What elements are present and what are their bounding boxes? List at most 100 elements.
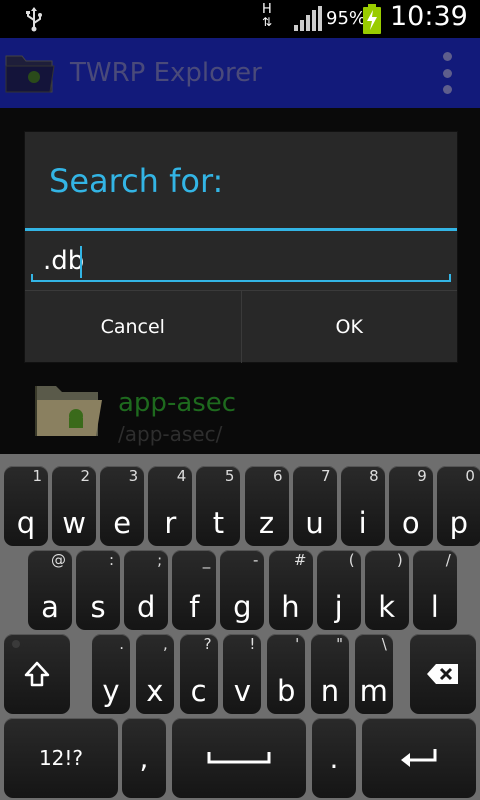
shift-key[interactable] <box>4 634 70 714</box>
key-secondary-label: 2 <box>80 467 91 485</box>
key-e[interactable]: 3e <box>100 466 145 546</box>
key-secondary-label: ' <box>295 635 300 653</box>
key-l[interactable]: / l <box>412 550 457 630</box>
key-label: o <box>401 506 420 540</box>
key-label: t <box>212 506 225 540</box>
key-i[interactable]: 8i <box>340 466 385 546</box>
key-n[interactable]: " n <box>311 634 349 714</box>
backspace-icon <box>427 664 458 684</box>
key-secondary-label: 6 <box>272 467 283 485</box>
key-secondary-label: " <box>336 635 343 653</box>
key-j[interactable]: (j <box>316 550 361 630</box>
overflow-menu-icon[interactable] <box>436 52 458 94</box>
key-label: f <box>189 590 200 624</box>
key-r[interactable]: 4r <box>148 466 193 546</box>
usb-icon <box>26 7 42 32</box>
comma-key[interactable]: , <box>122 718 166 798</box>
symbols-key[interactable]: 12!? <box>4 718 118 798</box>
key-s[interactable]: :s <box>76 550 121 630</box>
key-label: k <box>378 590 396 624</box>
key-secondary-label: ! <box>249 635 256 653</box>
key-b[interactable]: ' b <box>267 634 306 714</box>
key-label: p <box>449 506 469 540</box>
data-arrows-icon: ⇅ <box>262 15 273 29</box>
key-label: b <box>276 674 296 708</box>
key-label: q <box>16 506 36 540</box>
space-icon <box>207 752 271 764</box>
key-t[interactable]: 5t <box>196 466 241 546</box>
key-label: w <box>62 506 86 540</box>
key-label: l <box>430 590 439 624</box>
item-path: /app-asec/ <box>118 422 223 446</box>
key-w[interactable]: 2w <box>52 466 97 546</box>
list-item[interactable]: app-asec /app-asec/ <box>30 378 450 454</box>
period-key-label: . <box>329 741 339 775</box>
key-u[interactable]: 7u <box>292 466 337 546</box>
network-indicator: H ⇅ <box>262 3 273 29</box>
key-secondary-label: 5 <box>224 467 235 485</box>
key-a[interactable]: @ a <box>28 550 72 630</box>
key-k[interactable]: ) k <box>364 550 409 630</box>
key-secondary-label: @ <box>51 551 66 569</box>
backspace-key[interactable] <box>410 634 476 714</box>
key-label: z <box>258 506 275 540</box>
key-h[interactable]: # h <box>268 550 313 630</box>
folder-icon <box>35 386 102 436</box>
key-c[interactable]: ? c <box>179 634 218 714</box>
key-secondary-label: / <box>445 551 451 569</box>
key-label: v <box>233 674 251 708</box>
key-secondary-label: 1 <box>32 467 42 485</box>
key-label: m <box>359 674 388 708</box>
key-label: c <box>190 674 207 708</box>
enter-key[interactable] <box>362 718 476 798</box>
key-y[interactable]: .y <box>92 634 130 714</box>
item-name: app-asec <box>118 388 237 418</box>
status-bar: H ⇅ 95% 10:39 <box>0 0 480 38</box>
key-secondary-label: ) <box>396 551 403 569</box>
key-p[interactable]: 0p <box>436 466 480 546</box>
space-key[interactable] <box>172 718 306 798</box>
key-m[interactable]: \ m <box>354 634 393 714</box>
key-secondary-label: 8 <box>369 467 379 485</box>
key-q[interactable]: 1q <box>4 466 48 546</box>
key-secondary-label: ; <box>157 551 163 569</box>
key-z[interactable]: 6z <box>244 466 289 546</box>
key-secondary-label: \ <box>381 635 387 653</box>
app-title: TWRP Explorer <box>70 58 262 88</box>
key-secondary-label: - <box>252 551 259 569</box>
action-bar: TWRP Explorer <box>0 38 480 108</box>
key-label: s <box>90 590 106 624</box>
key-label: x <box>146 674 164 708</box>
key-secondary-label: 4 <box>176 467 187 485</box>
search-input[interactable]: .db <box>29 234 453 286</box>
ok-button[interactable]: OK <box>240 291 458 363</box>
key-o[interactable]: 9o <box>388 466 433 546</box>
dialog-divider <box>25 228 457 231</box>
cancel-button[interactable]: Cancel <box>25 291 241 363</box>
enter-icon <box>401 749 437 767</box>
text-cursor <box>80 246 82 278</box>
key-label: i <box>358 506 367 540</box>
key-secondary-label: 9 <box>417 467 427 485</box>
key-label: h <box>281 590 300 624</box>
key-g[interactable]: -g <box>220 550 265 630</box>
key-label: g <box>233 590 252 624</box>
clock: 10:39 <box>390 1 468 32</box>
key-label: a <box>41 590 59 624</box>
period-key[interactable]: . <box>312 718 356 798</box>
symbols-key-label: 12!? <box>38 746 84 770</box>
key-v[interactable]: ! v <box>223 634 262 714</box>
key-label: j <box>334 590 343 624</box>
dialog-buttons: Cancel OK <box>25 290 457 363</box>
dialog-title: Search for: <box>49 162 224 200</box>
key-secondary-label: 7 <box>321 467 331 485</box>
key-secondary-label: : <box>109 551 115 569</box>
search-input-value: .db <box>43 246 85 276</box>
key-d[interactable]: ; d <box>124 550 169 630</box>
key-secondary-label: ( <box>348 551 355 569</box>
key-secondary-label: 0 <box>465 467 475 485</box>
key-x[interactable]: ,x <box>135 634 174 714</box>
shift-icon <box>24 661 50 687</box>
key-label: r <box>164 506 177 540</box>
key-f[interactable]: _ f <box>172 550 217 630</box>
